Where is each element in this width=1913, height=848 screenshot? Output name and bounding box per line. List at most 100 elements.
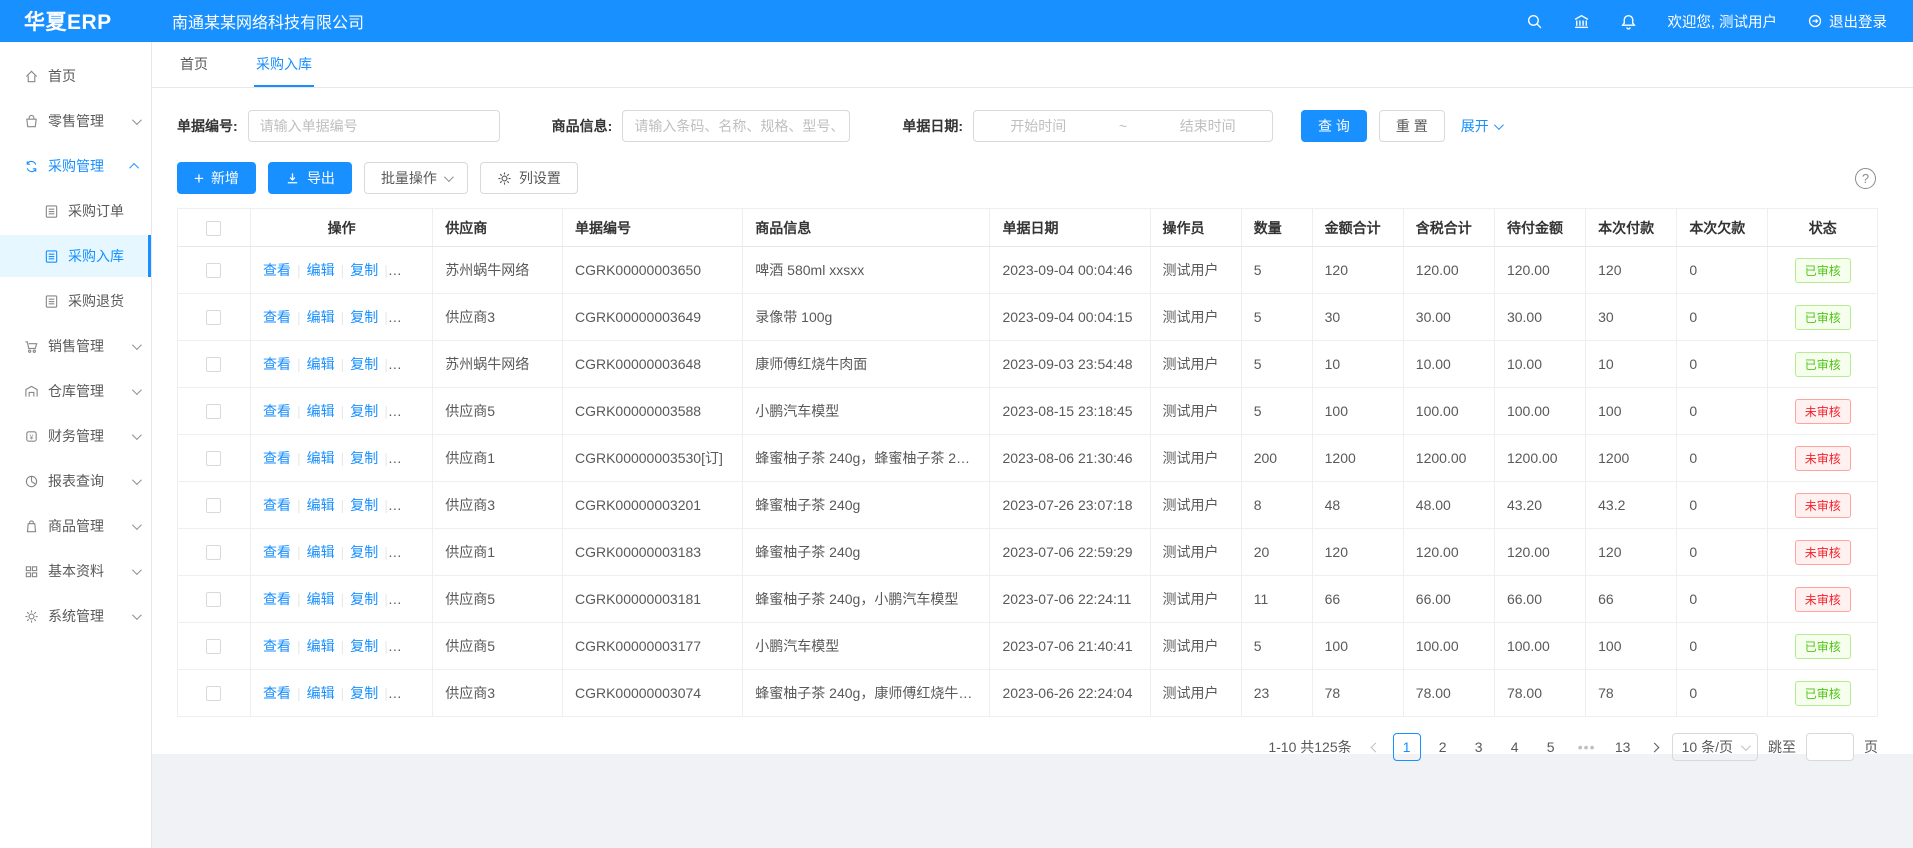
row-checkbox[interactable] <box>206 592 221 607</box>
col-header-product: 商品信息 <box>743 209 990 247</box>
copy-link[interactable]: 复制 <box>350 450 378 466</box>
sidebar-item-11[interactable]: 基本资料 <box>0 550 151 592</box>
copy-link[interactable]: 复制 <box>350 638 378 654</box>
date-start-placeholder: 开始时间 <box>1010 116 1066 136</box>
operator-cell: 测试用户 <box>1150 529 1241 576</box>
pagination-prev-button[interactable] <box>1368 744 1383 751</box>
sidebar-item-2[interactable]: 采购管理 <box>0 145 151 187</box>
sidebar-item-7[interactable]: 仓库管理 <box>0 370 151 412</box>
search-icon[interactable] <box>1526 13 1543 30</box>
table-row: 查看|编辑|复制|删除供应商3CGRK00000003074蜂蜜柚子茶 240g… <box>178 670 1878 717</box>
row-checkbox[interactable] <box>206 686 221 701</box>
sidebar-item-3[interactable]: 采购订单 <box>0 190 151 232</box>
view-link[interactable]: 查看 <box>263 544 291 560</box>
page-size-select[interactable]: 10 条/页 <box>1672 733 1758 761</box>
doc-no-input[interactable] <box>248 110 500 142</box>
row-checkbox[interactable] <box>206 639 221 654</box>
view-link[interactable]: 查看 <box>263 591 291 607</box>
sidebar-item-4[interactable]: 采购入库 <box>0 235 151 277</box>
row-checkbox[interactable] <box>206 498 221 513</box>
row-checkbox[interactable] <box>206 357 221 372</box>
help-icon[interactable]: ? <box>1855 168 1876 189</box>
copy-link[interactable]: 复制 <box>350 685 378 701</box>
batch-operations-button[interactable]: 批量操作 <box>364 162 468 194</box>
edit-link[interactable]: 编辑 <box>307 591 335 607</box>
edit-link[interactable]: 编辑 <box>307 685 335 701</box>
product-info-input[interactable] <box>622 110 850 142</box>
reset-button[interactable]: 重 置 <box>1379 110 1445 142</box>
add-button[interactable]: + 新增 <box>177 162 256 194</box>
tab-1[interactable]: 采购入库 <box>254 43 314 87</box>
sidebar-item-8[interactable]: ¥财务管理 <box>0 415 151 457</box>
edit-link[interactable]: 编辑 <box>307 497 335 513</box>
date-range-picker[interactable]: 开始时间 ~ 结束时间 <box>973 110 1273 142</box>
logout-button[interactable]: 退出登录 <box>1807 11 1887 32</box>
copy-link[interactable]: 复制 <box>350 403 378 419</box>
row-checkbox[interactable] <box>206 404 221 419</box>
pagination-page-3[interactable]: 3 <box>1465 733 1493 761</box>
chevron-down-icon <box>132 475 142 485</box>
col-header-doc-no: 单据编号 <box>562 209 742 247</box>
copy-link[interactable]: 复制 <box>350 356 378 372</box>
sidebar-item-9[interactable]: 报表查询 <box>0 460 151 502</box>
sidebar-item-12[interactable]: 系统管理 <box>0 595 151 637</box>
edit-link[interactable]: 编辑 <box>307 262 335 278</box>
doc-no-cell: CGRK00000003530[订] <box>562 435 742 482</box>
table-header-row: 操作 供应商 单据编号 商品信息 单据日期 操作员 数量 金额合计 含税合计 待… <box>178 209 1878 247</box>
pagination-page-2[interactable]: 2 <box>1429 733 1457 761</box>
supplier-cell: 供应商3 <box>433 482 563 529</box>
expand-link[interactable]: 展开 <box>1461 116 1501 136</box>
table-body: 查看|编辑|复制|删除苏州蜗牛网络CGRK00000003650啤酒 580ml… <box>178 247 1878 717</box>
view-link[interactable]: 查看 <box>263 450 291 466</box>
copy-link[interactable]: 复制 <box>350 262 378 278</box>
view-link[interactable]: 查看 <box>263 403 291 419</box>
view-link[interactable]: 查看 <box>263 497 291 513</box>
export-button[interactable]: 导出 <box>268 162 352 194</box>
row-checkbox[interactable] <box>206 545 221 560</box>
copy-link[interactable]: 复制 <box>350 497 378 513</box>
bell-icon[interactable] <box>1620 13 1637 30</box>
edit-link[interactable]: 编辑 <box>307 638 335 654</box>
pagination-page-5[interactable]: 5 <box>1537 733 1565 761</box>
sidebar-item-0[interactable]: 首页 <box>0 55 151 97</box>
welcome-user[interactable]: 欢迎您, 测试用户 <box>1667 11 1777 32</box>
sidebar-item-5[interactable]: 采购退货 <box>0 280 151 322</box>
pagination-page-13[interactable]: 13 <box>1609 733 1637 761</box>
copy-link[interactable]: 复制 <box>350 591 378 607</box>
edit-link[interactable]: 编辑 <box>307 403 335 419</box>
doc-no-cell: CGRK00000003183 <box>562 529 742 576</box>
sidebar-item-10[interactable]: 商品管理 <box>0 505 151 547</box>
jump-to-page-input[interactable] <box>1806 733 1854 761</box>
view-link[interactable]: 查看 <box>263 262 291 278</box>
operator-cell: 测试用户 <box>1150 435 1241 482</box>
edit-link[interactable]: 编辑 <box>307 544 335 560</box>
filter-bar: 单据编号: 商品信息: 单据日期: 开始时间 ~ 结束时间 查 询 重 置 <box>152 88 1913 152</box>
view-link[interactable]: 查看 <box>263 309 291 325</box>
edit-link[interactable]: 编辑 <box>307 450 335 466</box>
pagination-next-button[interactable] <box>1647 744 1662 751</box>
date-cell: 2023-07-06 22:59:29 <box>990 529 1150 576</box>
view-link[interactable]: 查看 <box>263 685 291 701</box>
tab-0[interactable]: 首页 <box>178 43 210 87</box>
edit-link[interactable]: 编辑 <box>307 309 335 325</box>
pagination-page-4[interactable]: 4 <box>1501 733 1529 761</box>
row-checkbox[interactable] <box>206 451 221 466</box>
edit-link[interactable]: 编辑 <box>307 356 335 372</box>
view-link[interactable]: 查看 <box>263 356 291 372</box>
view-link[interactable]: 查看 <box>263 638 291 654</box>
product-cell: 啤酒 580ml xxsxx <box>743 247 990 294</box>
row-checkbox[interactable] <box>206 263 221 278</box>
copy-link[interactable]: 复制 <box>350 309 378 325</box>
amount-cell: 100 <box>1312 623 1403 670</box>
column-settings-button[interactable]: 列设置 <box>480 162 578 194</box>
search-button[interactable]: 查 询 <box>1301 110 1367 142</box>
copy-link[interactable]: 复制 <box>350 544 378 560</box>
bank-icon[interactable] <box>1573 13 1590 30</box>
sidebar-item-6[interactable]: 销售管理 <box>0 325 151 367</box>
owed-cell: 0 <box>1677 482 1768 529</box>
row-checkbox[interactable] <box>206 310 221 325</box>
pagination-page-1[interactable]: 1 <box>1393 733 1421 761</box>
sidebar-item-label: 销售管理 <box>48 336 126 356</box>
select-all-checkbox[interactable] <box>206 221 221 236</box>
sidebar-item-1[interactable]: 零售管理 <box>0 100 151 142</box>
